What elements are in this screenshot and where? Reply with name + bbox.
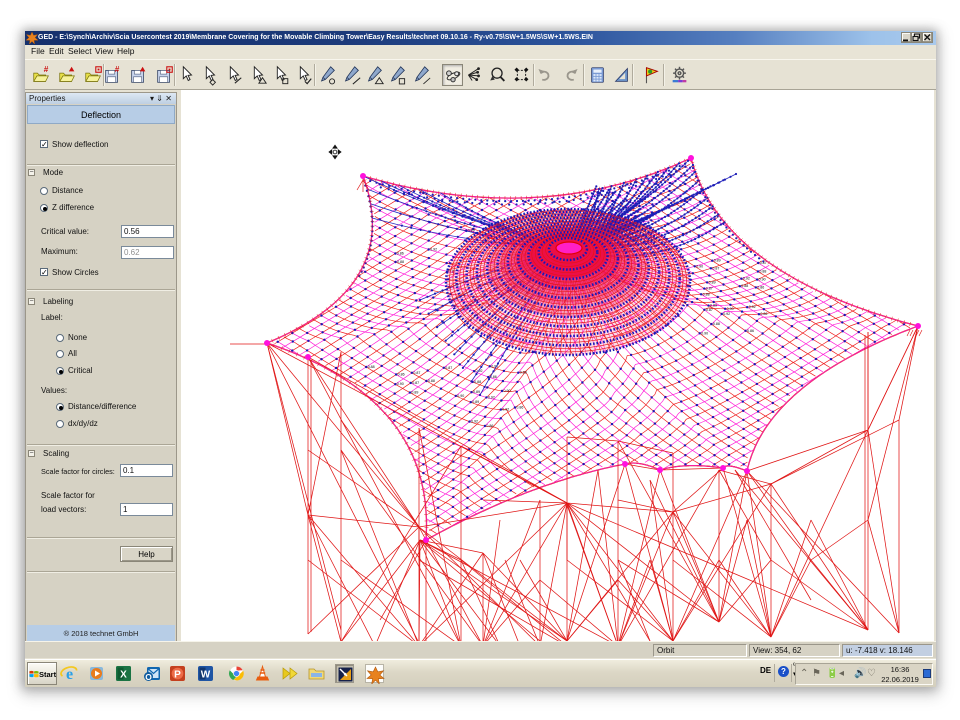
svg-text:0.86: 0.86 xyxy=(757,285,764,289)
svg-text:0.89: 0.89 xyxy=(411,391,418,395)
svg-text:0.87: 0.87 xyxy=(413,371,420,375)
svg-text:0.90: 0.90 xyxy=(504,389,511,393)
svg-text:0.89: 0.89 xyxy=(472,400,479,404)
svg-text:0.92: 0.92 xyxy=(743,277,750,281)
svg-text:0.89: 0.89 xyxy=(714,259,721,263)
svg-text:#: # xyxy=(44,65,49,74)
svg-text:0.92: 0.92 xyxy=(430,248,437,252)
svg-text:0.90: 0.90 xyxy=(457,394,464,398)
svg-text:0.88: 0.88 xyxy=(759,270,766,274)
svg-text:0.88: 0.88 xyxy=(703,292,710,296)
svg-text:0.89: 0.89 xyxy=(709,280,716,284)
svg-text:0.89: 0.89 xyxy=(520,371,527,375)
svg-text:0.86: 0.86 xyxy=(760,312,767,316)
svg-text:0.86: 0.86 xyxy=(397,252,404,256)
svg-text:0.90: 0.90 xyxy=(759,278,766,282)
svg-text:0.88: 0.88 xyxy=(428,379,435,383)
svg-text:O: O xyxy=(145,672,152,682)
svg-text:P: P xyxy=(174,670,181,681)
svg-text:0.92: 0.92 xyxy=(502,408,509,412)
svg-text:0.88: 0.88 xyxy=(474,380,481,384)
svg-text:0.92: 0.92 xyxy=(749,305,756,309)
svg-text:0.87: 0.87 xyxy=(706,308,713,312)
svg-text:0.87: 0.87 xyxy=(412,381,419,385)
svg-text:0.88: 0.88 xyxy=(368,365,375,369)
svg-text:X: X xyxy=(120,670,127,681)
svg-text:0.90: 0.90 xyxy=(397,382,404,386)
svg-text:0.87: 0.87 xyxy=(706,287,713,291)
svg-text:0.86: 0.86 xyxy=(398,373,405,377)
svg-text:0.87: 0.87 xyxy=(445,366,452,370)
svg-text:W: W xyxy=(201,670,211,681)
svg-text:0.88: 0.88 xyxy=(741,284,748,288)
svg-text:0.90: 0.90 xyxy=(727,307,734,311)
svg-text:#: # xyxy=(115,65,120,74)
svg-text:0.92: 0.92 xyxy=(471,420,478,424)
svg-text:0.86: 0.86 xyxy=(747,329,754,333)
svg-text:0.89: 0.89 xyxy=(473,390,480,394)
svg-text:0.88: 0.88 xyxy=(397,260,404,264)
svg-text:0.86: 0.86 xyxy=(486,424,493,428)
svg-text:0.86: 0.86 xyxy=(516,406,523,410)
svg-text:0.92: 0.92 xyxy=(723,312,730,316)
svg-text:0.88: 0.88 xyxy=(713,322,720,326)
svg-text:0.92: 0.92 xyxy=(488,395,495,399)
svg-text:0.87: 0.87 xyxy=(712,266,719,270)
svg-text:0.90: 0.90 xyxy=(701,331,708,335)
svg-text:0.90: 0.90 xyxy=(696,264,703,268)
